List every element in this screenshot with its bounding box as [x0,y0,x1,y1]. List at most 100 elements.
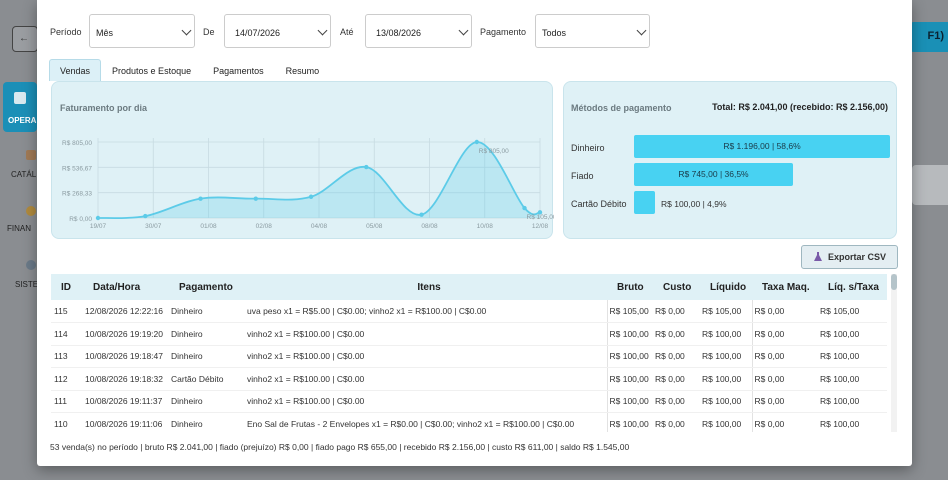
summary-footer: 53 venda(s) no período | bruto R$ 2.041,… [50,442,630,452]
table-cell: vinho2 x1 = R$100.00 | C$0.00 [241,345,607,368]
table-cell: vinho2 x1 = R$100.00 | C$0.00 [241,367,607,391]
periodo-select[interactable]: Mês [89,14,195,48]
table-cell: 10/08/2026 19:18:32 [83,367,169,391]
clipboard-icon [14,92,26,104]
table-cell: R$ 100,00 [606,345,653,368]
data-point [364,164,369,170]
table-cell: R$ 0,00 [751,412,818,432]
table-cell: R$ 0,00 [751,390,818,413]
sidebar-item-catalogo[interactable]: CATÁL [4,146,38,196]
pay-bar-text: R$ 1.196,00 | 58,6% [723,141,801,151]
sidebar-item-sistema[interactable]: SISTE [4,258,38,308]
pay-label-fiado: Fiado [571,171,594,181]
sidebar-item-operacoes[interactable]: OPERA [3,82,37,132]
flask-icon [814,252,822,261]
vendas-table-wrap[interactable]: ID Data/Hora Pagamento Itens Bruto Custo… [51,274,897,432]
x-tick-label: 12/08 [532,223,549,230]
chevron-down-icon [181,25,192,36]
tab-vendas[interactable]: Vendas [49,59,102,81]
metodos-total: Total: R$ 2.041,00 (recebido: R$ 2.156,0… [712,102,888,112]
ate-label: Até [340,27,354,37]
back-arrow-icon: ← [19,33,29,44]
table-cell: R$ 100,00 [818,367,887,391]
pagamento-select[interactable]: Todos [535,14,650,48]
table-cell: R$ 0,00 [653,322,700,346]
table-cell: R$ 0,00 [653,367,700,391]
table-cell: R$ 0,00 [751,345,818,368]
help-button[interactable]: F1) [908,22,948,52]
table-row[interactable]: 114 10/08/2026 19:19:20 Dinheiro vinho2 x1 … [51,322,887,346]
data-label: R$ 105,00 [527,214,554,221]
chevron-down-icon [317,25,328,36]
table-cell: R$ 100,00 [818,345,887,368]
table-cell: 10/08/2026 19:11:37 [83,390,169,413]
box-icon [26,150,36,160]
table-cell: R$ 100,00 [700,345,752,368]
table-row[interactable]: 111 10/08/2026 19:11:37 Dinheiro vinho2 x1 … [51,390,887,413]
table-row[interactable]: 112 10/08/2026 19:18:32 Cartão Débito vinho… [51,367,887,391]
background-panel [912,165,948,205]
pay-bar-dinheiro: R$ 1.196,00 | 58,6% [634,135,890,158]
background-sidebar: OPERA CATÁL FINAN SISTE [0,80,38,480]
table-cell: R$ 100,00 [700,390,752,413]
x-tick-label: 19/07 [90,223,107,230]
table-cell: 10/08/2026 19:11:06 [83,412,169,432]
table-cell: Dinheiro [169,390,241,413]
col-header-bruto[interactable]: Bruto [607,274,653,300]
y-tick-label: R$ 536,67 [62,165,92,172]
data-point [198,196,203,201]
data-point [308,194,314,199]
de-date-select[interactable]: 14/07/2026 [224,14,331,48]
chevron-down-icon [636,25,647,36]
table-cell: R$ 105,00 [818,300,887,323]
table-row[interactable]: 110 10/08/2026 19:11:06 Dinheiro Eno Sal de… [51,412,887,432]
table-header-row: ID Data/Hora Pagamento Itens Bruto Custo… [51,274,887,300]
table-cell: Eno Sal de Frutas - 2 Envelopes x1 = R$0… [241,412,607,432]
table-cell: R$ 100,00 [818,390,887,413]
table-scrollbar-thumb[interactable] [891,274,897,290]
table-cell: R$ 100,00 [700,322,752,346]
ate-date-select[interactable]: 13/08/2026 [365,14,472,48]
sidebar-item-financeiro[interactable]: FINAN [4,204,38,254]
table-cell: R$ 0,00 [653,412,700,432]
col-header-id[interactable]: ID [51,274,83,300]
tab-pagamentos[interactable]: Pagamentos [202,59,275,81]
table-cell: R$ 100,00 [606,322,653,346]
ate-value: 13/08/2026 [376,28,422,38]
faturamento-chart: R$ 0,00 R$ 268,33 R$ 536,67 R$ 805,00 19/07 3… [62,138,554,230]
table-cell: R$ 0,00 [751,300,818,323]
col-header-liq-s-taxa[interactable]: Líq. s/Taxa [818,274,887,300]
table-cell: R$ 100,00 [606,412,653,432]
table-scrollbar[interactable] [891,274,897,432]
x-tick-label: 10/08 [477,223,494,230]
export-csv-button[interactable]: Exportar CSV [801,245,898,269]
periodo-label: Período [50,27,82,37]
pay-label-cartao-debito: Cartão Débito [571,199,627,209]
pay-label-dinheiro: Dinheiro [571,143,605,153]
tab-produtos-estoque[interactable]: Produtos e Estoque [101,59,203,81]
metodos-title: Métodos de pagamento [571,103,672,113]
table-cell: R$ 105,00 [700,300,752,323]
col-header-liquido[interactable]: Líquido [700,274,752,300]
col-header-itens[interactable]: Itens [241,274,607,300]
table-row[interactable]: 115 12/08/2026 12:22:16 Dinheiro uva peso x… [51,300,887,323]
table-cell: Dinheiro [169,345,241,368]
table-cell: 115 [51,300,83,323]
x-tick-label: 01/08 [200,223,217,230]
data-point [474,139,479,145]
gear-icon [26,260,36,270]
col-header-custo[interactable]: Custo [653,274,700,300]
col-header-taxa-maq[interactable]: Taxa Maq. [752,274,818,300]
tab-resumo[interactable]: Resumo [274,59,331,81]
sidebar-item-label: CATÁL [11,170,37,179]
sidebar-item-label: SISTE [15,280,39,289]
col-header-datahora[interactable]: Data/Hora [83,274,169,300]
table-row[interactable]: 113 10/08/2026 19:18:47 Dinheiro vinho2 x1 … [51,345,887,368]
back-button[interactable]: ← [12,26,38,52]
money-bag-icon [26,206,36,216]
data-point [253,196,258,201]
relatorio-modal: Período Mês De 14/07/2026 Até 13/08/2026… [37,0,912,466]
pay-bar-text: R$ 745,00 | 36,5% [678,169,749,179]
col-header-pagamento[interactable]: Pagamento [169,274,241,300]
data-point [419,212,424,217]
